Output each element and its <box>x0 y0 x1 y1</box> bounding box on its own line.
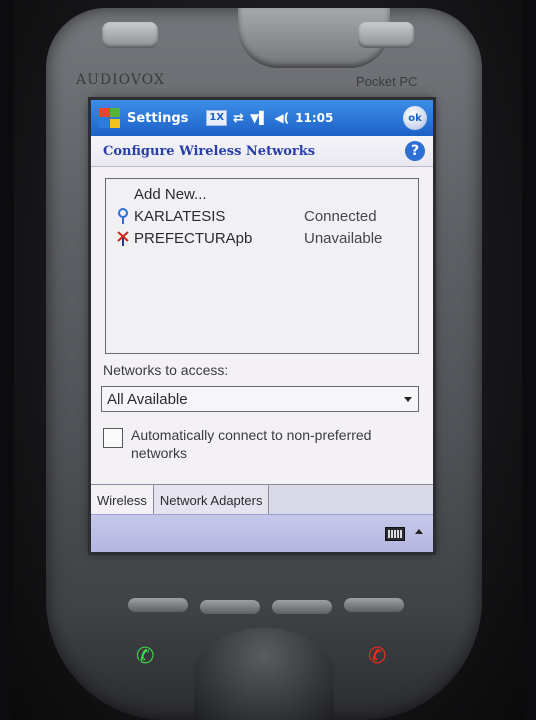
tab-bar: Wireless Network Adapters <box>91 484 433 515</box>
title-bar: Settings 1X ⇄ ▼▌ ◀( 11:05 ok <box>91 100 433 136</box>
chevron-up-icon[interactable] <box>415 529 423 534</box>
network-status: Connected <box>304 207 377 225</box>
windows-start-icon[interactable] <box>97 106 123 130</box>
signal-strength-icon[interactable]: ▼▌ <box>250 111 268 125</box>
auto-connect-checkbox[interactable] <box>103 428 123 448</box>
connectivity-icon[interactable]: ⇄ <box>233 111 244 126</box>
network-list-item[interactable]: KARLATESIS Connected <box>106 205 418 227</box>
dropdown-selected-value: All Available <box>107 390 188 408</box>
network-name: KARLATESIS <box>134 207 226 225</box>
network-list-item[interactable]: PREFECTURApb Unavailable <box>106 227 418 249</box>
network-status: Unavailable <box>304 229 383 247</box>
keyboard-icon[interactable] <box>385 527 405 541</box>
volume-icon[interactable]: ◀( <box>274 111 289 125</box>
tab-network-adapters[interactable]: Network Adapters <box>153 485 270 515</box>
network-name: PREFECTURApb <box>134 229 253 247</box>
call-answer-icon[interactable]: ✆ <box>136 644 154 669</box>
network-1x-icon[interactable]: 1X <box>206 110 228 126</box>
device-screen: Settings 1X ⇄ ▼▌ ◀( 11:05 ok Configure W… <box>91 100 433 552</box>
hardware-button-1[interactable] <box>128 598 188 612</box>
hardware-button-2[interactable] <box>200 600 260 614</box>
chevron-down-icon <box>404 397 412 402</box>
hardware-button-3[interactable] <box>272 600 332 614</box>
device-model: Pocket PC <box>356 74 418 89</box>
right-soft-key-button[interactable] <box>358 22 414 48</box>
page-header: Configure Wireless Networks ? <box>91 136 433 167</box>
device-brand: AUDIOVOX <box>76 72 165 88</box>
menu-bar <box>91 514 433 552</box>
call-end-icon[interactable]: ✆ <box>368 644 386 669</box>
wireless-unavailable-icon <box>117 231 129 246</box>
add-new-label: Add New... <box>134 185 207 203</box>
clock-time[interactable]: 11:05 <box>295 111 333 125</box>
help-icon[interactable]: ? <box>405 141 425 161</box>
wireless-connected-icon <box>118 208 128 224</box>
left-soft-key-button[interactable] <box>102 22 158 48</box>
navigation-pad[interactable] <box>194 628 334 720</box>
wireless-network-list[interactable]: Add New... KARLATESIS Connected PREFECTU… <box>105 178 419 354</box>
add-new-network-item[interactable]: Add New... <box>106 183 418 205</box>
networks-to-access-dropdown[interactable]: All Available <box>101 386 419 412</box>
auto-connect-option[interactable]: Automatically connect to non-preferred n… <box>103 426 413 468</box>
networks-to-access-label: Networks to access: <box>103 362 229 378</box>
page-title: Configure Wireless Networks <box>103 143 316 159</box>
window-title: Settings <box>127 110 189 126</box>
ok-button[interactable]: ok <box>403 106 427 130</box>
status-icons: 1X ⇄ ▼▌ ◀( 11:05 <box>206 110 397 126</box>
hardware-button-4[interactable] <box>344 598 404 612</box>
tab-wireless[interactable]: Wireless <box>91 485 154 515</box>
auto-connect-label: Automatically connect to non-preferred n… <box>131 427 372 461</box>
